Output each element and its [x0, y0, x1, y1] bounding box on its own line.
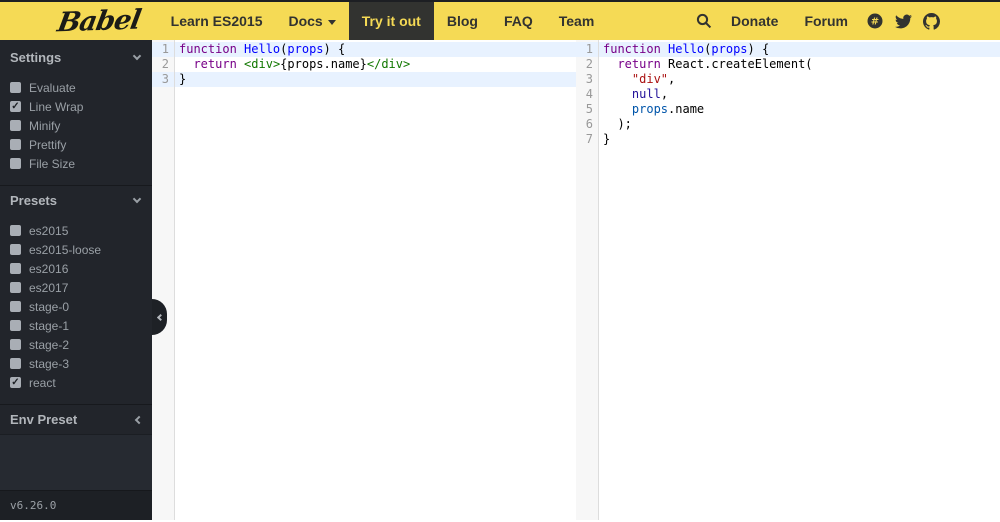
- checkbox[interactable]: [10, 139, 21, 150]
- chevron-left-icon: [156, 313, 165, 321]
- navbar-right: Donate Forum #: [690, 2, 1000, 40]
- checkbox-label: stage-1: [29, 318, 70, 333]
- main-area: Settings Evaluate ✓ Line Wrap Minify Prettif…: [0, 40, 1000, 520]
- forum-link[interactable]: Forum: [791, 13, 861, 29]
- code-line: props.name: [631, 102, 705, 116]
- checkbox[interactable]: [10, 244, 21, 255]
- checkbox-label: es2015-loose: [29, 242, 102, 257]
- checkbox-item-es2015-loose[interactable]: es2015-loose: [0, 240, 152, 259]
- line-number: 7: [585, 132, 593, 146]
- line-number: 6: [585, 117, 593, 131]
- caret-down-icon: [327, 19, 336, 25]
- version-label: v6.26.0: [0, 490, 152, 520]
- checkbox-label: react: [29, 375, 56, 390]
- code-line: return <div>{props.name}</div>: [193, 57, 411, 71]
- chevron-down-icon: [132, 194, 142, 204]
- checkbox[interactable]: [10, 358, 21, 369]
- donate-link[interactable]: Donate: [718, 13, 791, 29]
- checkbox-item-File Size[interactable]: File Size: [0, 154, 152, 173]
- checkbox-item-Line Wrap[interactable]: ✓ Line Wrap: [0, 97, 152, 116]
- checkbox-item-Minify[interactable]: Minify: [0, 116, 152, 135]
- editor-gutter: 123: [152, 40, 175, 520]
- checkbox-label: stage-3: [29, 356, 70, 371]
- checkbox-label: Evaluate: [29, 80, 76, 95]
- checkbox-item-es2016[interactable]: es2016: [0, 259, 152, 278]
- checkbox[interactable]: ✓: [10, 377, 21, 388]
- line-number: 1: [576, 42, 598, 57]
- code-line: }: [175, 72, 576, 87]
- section-header-settings[interactable]: Settings: [0, 42, 152, 72]
- code-line: function Hello(props) {: [175, 42, 576, 57]
- presets-items: es2015 es2015-loose es2016 es2017 stage-0 sta…: [0, 215, 152, 404]
- checkbox[interactable]: [10, 301, 21, 312]
- checkbox[interactable]: [10, 158, 21, 169]
- nav-link-team[interactable]: Team: [546, 2, 608, 40]
- search-icon[interactable]: [690, 1, 718, 41]
- checkbox-item-Prettify[interactable]: Prettify: [0, 135, 152, 154]
- source-editor[interactable]: 123 function Hello(props) { return <div>…: [152, 40, 576, 520]
- chevron-down-icon: [132, 51, 142, 60]
- checkbox-item-Evaluate[interactable]: Evaluate: [0, 78, 152, 97]
- chevron-left-icon: [134, 415, 144, 424]
- editor-code: function Hello(props) { return React.cre…: [599, 40, 1000, 520]
- editor-gutter: 1234567: [576, 40, 599, 520]
- line-number: 4: [585, 87, 593, 101]
- checkbox[interactable]: [10, 320, 21, 331]
- section-header-env-preset[interactable]: Env Preset: [0, 404, 152, 434]
- navbar: Babel Learn ES2015 Docs Try it out Blog …: [0, 0, 1000, 40]
- nav-link-faq[interactable]: FAQ: [491, 2, 546, 40]
- slack-icon[interactable]: #: [861, 1, 889, 41]
- checkbox-label: Prettify: [29, 137, 67, 152]
- nav-link-blog[interactable]: Blog: [434, 2, 491, 40]
- settings-items: Evaluate ✓ Line Wrap Minify Prettify File Siz…: [0, 72, 152, 185]
- section-header-presets[interactable]: Presets: [0, 185, 152, 215]
- checkbox-item-stage-3[interactable]: stage-3: [0, 354, 152, 373]
- code-line: }: [603, 132, 611, 146]
- svg-text:#: #: [871, 17, 879, 28]
- github-icon[interactable]: [917, 1, 945, 41]
- line-number: 2: [585, 57, 593, 71]
- code-line: return React.createElement(: [617, 57, 813, 71]
- line-number: 3: [585, 72, 593, 86]
- code-line: function Hello(props) {: [599, 42, 1000, 57]
- checkbox-item-es2015[interactable]: es2015: [0, 221, 152, 240]
- checkbox[interactable]: [10, 225, 21, 236]
- line-number: 3: [152, 72, 174, 87]
- babel-logo[interactable]: Babel: [55, 4, 143, 38]
- sidebar: Settings Evaluate ✓ Line Wrap Minify Prettif…: [0, 40, 152, 520]
- checkbox-label: es2017: [29, 280, 69, 295]
- checkbox[interactable]: ✓: [10, 101, 21, 112]
- checkbox-item-stage-0[interactable]: stage-0: [0, 297, 152, 316]
- checkbox-label: File Size: [29, 156, 76, 171]
- checkbox-item-es2017[interactable]: es2017: [0, 278, 152, 297]
- checkbox[interactable]: [10, 82, 21, 93]
- checkbox-item-stage-2[interactable]: stage-2: [0, 335, 152, 354]
- line-number: 5: [585, 102, 593, 116]
- checkbox[interactable]: [10, 282, 21, 293]
- code-line: null,: [631, 87, 669, 101]
- code-line: "div",: [631, 72, 676, 86]
- code-line: );: [603, 117, 632, 131]
- line-number: 2: [161, 57, 169, 71]
- checkbox-label: es2015: [29, 223, 69, 238]
- editor-code: function Hello(props) { return <div>{pro…: [175, 40, 576, 520]
- checkbox[interactable]: [10, 263, 21, 274]
- output-editor[interactable]: 1234567 function Hello(props) { return R…: [576, 40, 1000, 520]
- checkbox[interactable]: [10, 339, 21, 350]
- nav-link-try-it-out[interactable]: Try it out: [348, 2, 434, 40]
- checkbox-label: Line Wrap: [29, 99, 84, 114]
- checkbox-item-react[interactable]: ✓ react: [0, 373, 152, 392]
- checkbox-label: stage-0: [29, 299, 70, 314]
- checkbox-label: Minify: [29, 118, 61, 133]
- checkbox-label: stage-2: [29, 337, 70, 352]
- env-preset-body: [0, 434, 152, 490]
- checkbox[interactable]: [10, 120, 21, 131]
- checkbox-item-stage-1[interactable]: stage-1: [0, 316, 152, 335]
- checkbox-label: es2016: [29, 261, 69, 276]
- nav-link-learn-es2015[interactable]: Learn ES2015: [158, 2, 276, 40]
- twitter-icon[interactable]: [889, 1, 917, 41]
- line-number: 1: [152, 42, 174, 57]
- nav-link-docs[interactable]: Docs: [275, 2, 348, 40]
